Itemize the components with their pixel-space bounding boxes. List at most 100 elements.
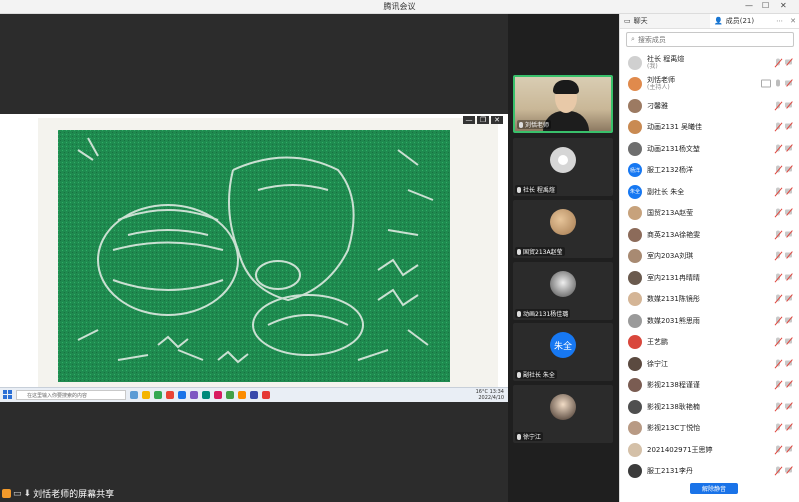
member-row[interactable]: 刁馨雅 bbox=[620, 95, 799, 117]
camera-off-icon[interactable] bbox=[785, 230, 794, 237]
member-name: 服工2131李丹 bbox=[647, 467, 693, 476]
mic-muted-icon[interactable] bbox=[775, 294, 781, 304]
minimize-icon[interactable]: — bbox=[745, 1, 753, 10]
mic-muted-icon[interactable] bbox=[775, 165, 781, 175]
video-tile[interactable]: 刘恬老师 bbox=[513, 75, 613, 133]
member-row[interactable]: 商英213A徐艳雯 bbox=[620, 224, 799, 246]
member-row[interactable]: 王艺鹏 bbox=[620, 332, 799, 354]
video-tile[interactable]: 国贸213A赵莹 bbox=[513, 200, 613, 258]
camera-off-icon[interactable] bbox=[785, 359, 794, 366]
member-row[interactable]: 刘恬老师 (主持人) bbox=[620, 74, 799, 96]
camera-off-icon[interactable] bbox=[785, 123, 794, 130]
member-row[interactable]: 数媒2131陈镜彤 bbox=[620, 289, 799, 311]
member-row[interactable]: 室内2131冉晴晴 bbox=[620, 267, 799, 289]
member-name-block: 商英213A徐艳雯 bbox=[647, 231, 700, 239]
mic-muted-icon[interactable] bbox=[775, 273, 781, 282]
member-name: 2021402971王思婷 bbox=[647, 445, 713, 454]
camera-off-icon[interactable] bbox=[785, 467, 794, 474]
share-close-icon[interactable]: ✕ bbox=[491, 116, 503, 124]
mic-muted-icon[interactable] bbox=[775, 380, 781, 390]
member-name-block: 影视2138耿艳楠 bbox=[647, 403, 700, 411]
video-strip: 刘恬老师 社长 程禹煊 国贸213A赵莹 动画2131杨佳璐 朱全 副社长 朱全… bbox=[508, 14, 619, 502]
camera-off-icon[interactable] bbox=[785, 445, 794, 452]
mic-muted-icon[interactable] bbox=[775, 251, 781, 261]
member-row[interactable]: 室内203A刘琪 bbox=[620, 246, 799, 268]
camera-off-icon[interactable] bbox=[785, 252, 794, 259]
member-row[interactable]: 朱全 副社长 朱全 bbox=[620, 181, 799, 203]
mic-muted-icon[interactable] bbox=[775, 208, 781, 218]
share-status[interactable]: ▭ ⬇ 刘恬老师的屏幕共享 bbox=[2, 487, 114, 500]
member-name-block: 影视2138程谨谨 bbox=[647, 381, 700, 389]
camera-off-icon[interactable] bbox=[785, 424, 794, 431]
member-status-icons bbox=[775, 466, 794, 476]
mic-muted-icon[interactable] bbox=[775, 445, 781, 454]
tab-members[interactable]: 👤 成员(21) ⋯ ✕ bbox=[710, 14, 799, 28]
camera-off-icon[interactable] bbox=[785, 381, 794, 388]
screen-share-view: — ❐ ✕ 在这里输入你要搜索的内容 16°C 13:34 2022/4/10 bbox=[0, 114, 508, 402]
more-icon[interactable]: ⋯ bbox=[776, 17, 783, 25]
member-status-icons bbox=[775, 445, 794, 454]
member-row[interactable]: 杨洋 服工2132杨洋 bbox=[620, 160, 799, 182]
member-row[interactable]: 社长 程禹煊 (我) bbox=[620, 52, 799, 74]
avatar bbox=[628, 292, 642, 307]
mic-muted-icon[interactable] bbox=[775, 359, 781, 368]
member-row[interactable]: 影视2138耿艳楠 bbox=[620, 396, 799, 418]
member-status-icons bbox=[775, 316, 794, 325]
member-row[interactable]: 服工2131李丹 bbox=[620, 461, 799, 483]
member-name-block: 国贸213A赵莹 bbox=[647, 209, 693, 217]
tab-chat[interactable]: ▭ 聊天 bbox=[620, 14, 710, 28]
camera-off-icon[interactable] bbox=[785, 338, 794, 345]
member-row[interactable]: 国贸213A赵莹 bbox=[620, 203, 799, 225]
mic-muted-icon[interactable] bbox=[775, 101, 781, 110]
search-icon: ⌕ bbox=[631, 35, 635, 43]
member-name-block: 服工2132杨洋 bbox=[647, 166, 693, 174]
member-row[interactable]: 徐宁江 bbox=[620, 353, 799, 375]
camera-off-icon[interactable] bbox=[785, 209, 794, 216]
mic-muted-icon[interactable] bbox=[775, 58, 781, 67]
mic-muted-icon[interactable] bbox=[775, 230, 781, 239]
close-icon[interactable]: ✕ bbox=[780, 1, 787, 10]
member-row[interactable]: 数媒2031熊思雨 bbox=[620, 310, 799, 332]
avatar bbox=[628, 120, 642, 135]
member-name: 国贸213A赵莹 bbox=[647, 209, 694, 218]
camera-off-icon[interactable] bbox=[785, 402, 794, 409]
camera-off-icon[interactable] bbox=[785, 80, 794, 87]
tile-name: 徐宁江 bbox=[515, 432, 544, 441]
member-row[interactable]: 动画2131杨文堃 bbox=[620, 138, 799, 160]
mic-muted-icon[interactable] bbox=[775, 144, 781, 153]
unmute-all-button[interactable]: 解除静音 bbox=[690, 483, 738, 494]
camera-off-icon[interactable] bbox=[785, 101, 794, 108]
close-panel-icon[interactable]: ✕ bbox=[790, 17, 796, 25]
video-tile[interactable]: 徐宁江 bbox=[513, 385, 613, 443]
app-icon bbox=[190, 391, 198, 399]
video-tile[interactable]: 动画2131杨佳璐 bbox=[513, 262, 613, 320]
avatar bbox=[628, 335, 642, 350]
mic-on-icon[interactable] bbox=[775, 79, 781, 89]
mic-muted-icon[interactable] bbox=[775, 316, 781, 325]
mic-muted-icon[interactable] bbox=[775, 187, 781, 196]
video-tile[interactable]: 社长 程禹煊 bbox=[513, 138, 613, 196]
search-input[interactable] bbox=[637, 35, 768, 44]
member-search[interactable]: ⌕ bbox=[626, 32, 794, 47]
mic-muted-icon[interactable] bbox=[775, 122, 781, 132]
camera-off-icon[interactable] bbox=[785, 295, 794, 302]
camera-off-icon[interactable] bbox=[785, 273, 794, 280]
camera-off-icon[interactable] bbox=[785, 187, 794, 194]
remote-taskbar: 在这里输入你要搜索的内容 16°C 13:34 2022/4/10 bbox=[0, 387, 508, 402]
camera-off-icon[interactable] bbox=[785, 144, 794, 151]
mic-muted-icon[interactable] bbox=[775, 337, 781, 347]
member-row[interactable]: 动画2131 吴曦佳 bbox=[620, 117, 799, 139]
share-restore-icon[interactable]: ❐ bbox=[477, 116, 489, 124]
camera-off-icon[interactable] bbox=[785, 166, 794, 173]
video-tile[interactable]: 朱全 副社长 朱全 bbox=[513, 323, 613, 381]
member-row[interactable]: 影视213C丁悦怡 bbox=[620, 418, 799, 440]
camera-off-icon[interactable] bbox=[785, 58, 794, 65]
member-row[interactable]: 影视2138程谨谨 bbox=[620, 375, 799, 397]
member-row[interactable]: 2021402971王思婷 bbox=[620, 439, 799, 461]
mic-muted-icon[interactable] bbox=[775, 423, 781, 433]
camera-off-icon[interactable] bbox=[785, 316, 794, 323]
mic-muted-icon[interactable] bbox=[775, 402, 781, 411]
maximize-icon[interactable]: ☐ bbox=[762, 1, 769, 10]
mic-muted-icon[interactable] bbox=[775, 466, 781, 476]
share-minimize-icon[interactable]: — bbox=[463, 116, 475, 124]
